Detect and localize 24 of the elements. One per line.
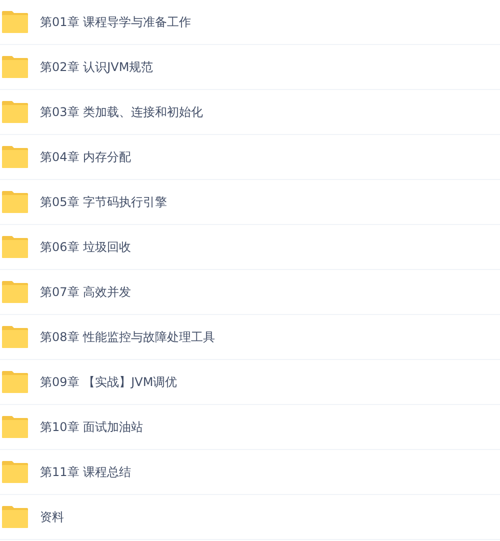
folder-name[interactable]: 第04章 内存分配 (40, 148, 132, 166)
folder-name[interactable]: 第11章 课程总结 (40, 464, 132, 480)
folder-name[interactable]: 第07章 高效并发 (40, 284, 132, 300)
folder-icon (2, 506, 28, 528)
folder-icon (2, 416, 28, 438)
folder-name[interactable]: 第05章 字节码执行引擎 (40, 194, 168, 210)
folder-icon (2, 191, 28, 213)
folder-icon (2, 101, 28, 123)
folder-icon (2, 281, 28, 303)
folder-name[interactable]: 资料 (40, 508, 64, 526)
folder-icon (2, 326, 28, 348)
folder-icon (2, 236, 28, 258)
folder-name[interactable]: 第02章 认识JVM规范 (40, 58, 154, 76)
folder-icon (2, 146, 28, 168)
folder-name[interactable]: 第03章 类加载、连接和初始化 (40, 104, 204, 120)
folder-icon (2, 371, 28, 393)
folder-icon (2, 11, 28, 33)
folder-icon (2, 461, 28, 483)
folder-icon (2, 56, 28, 78)
folder-name[interactable]: 第01章 课程导学与准备工作 (40, 14, 192, 30)
folder-name[interactable]: 第06章 垃圾回收 (40, 238, 132, 256)
folder-name[interactable]: 第09章 【实战】JVM调优 (40, 374, 178, 390)
folder-name[interactable]: 第08章 性能监控与故障处理工具 (40, 328, 216, 346)
folder-name[interactable]: 第10章 面试加油站 (40, 418, 144, 436)
